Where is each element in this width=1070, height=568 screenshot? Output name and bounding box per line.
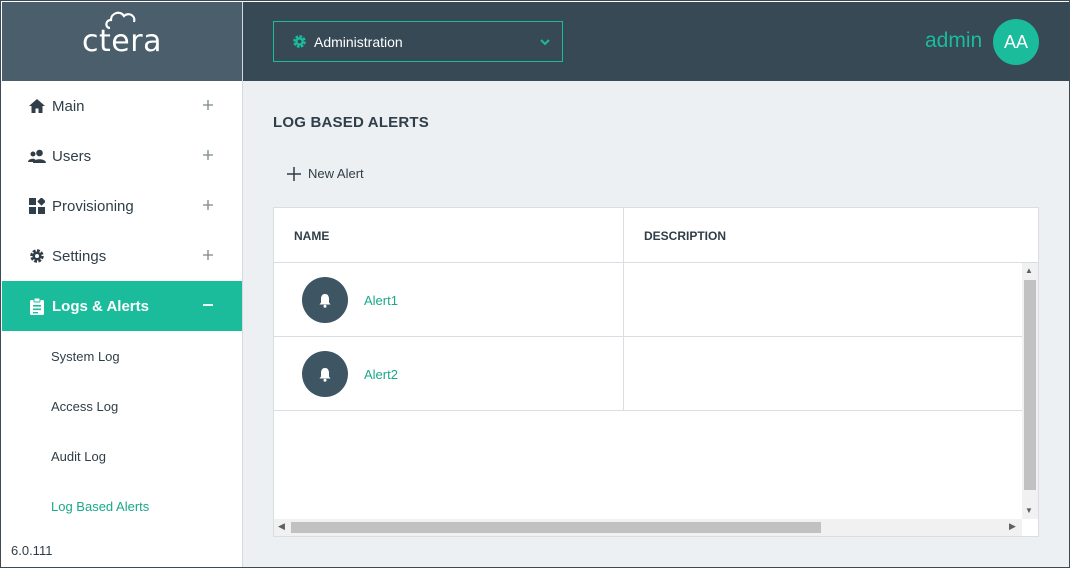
sidebar-subitem-label: Access Log xyxy=(51,398,119,414)
cloud-logo-icon xyxy=(105,11,136,30)
users-icon xyxy=(28,147,46,165)
sidebar-subitem-label: Audit Log xyxy=(51,448,106,464)
expand-icon[interactable] xyxy=(202,198,214,215)
sidebar-item-label: Logs & Alerts xyxy=(52,297,149,315)
expand-icon[interactable] xyxy=(202,248,214,265)
scroll-left-icon[interactable]: ◀ xyxy=(278,521,285,532)
sidebar-item-label: Settings xyxy=(52,247,107,265)
avatar[interactable]: AA xyxy=(993,19,1039,65)
expand-icon[interactable] xyxy=(202,148,214,165)
horizontal-scrollbar[interactable]: ◀ ▶ xyxy=(274,519,1022,536)
sidebar-subitem-audit-log[interactable]: Audit Log xyxy=(2,431,242,481)
app-window: ctera Main Users Provisioning Settings L… xyxy=(0,0,1070,568)
scroll-up-icon[interactable]: ▲ xyxy=(1025,266,1033,275)
sidebar-subitem-access-log[interactable]: Access Log xyxy=(2,381,242,431)
logo[interactable]: ctera xyxy=(82,11,162,59)
top-header: Administration admin AA xyxy=(243,2,1069,81)
new-alert-label: New Alert xyxy=(308,166,364,181)
user-name[interactable]: admin xyxy=(925,29,982,53)
sidebar-item-label: Users xyxy=(52,147,92,165)
collapse-icon[interactable] xyxy=(202,298,214,315)
column-divider[interactable] xyxy=(623,208,624,263)
cell-divider xyxy=(623,337,624,411)
sidebar-item-label: Provisioning xyxy=(52,197,134,215)
home-icon xyxy=(28,97,46,115)
scroll-down-icon[interactable]: ▼ xyxy=(1025,506,1033,515)
version-label: 6.0.111 xyxy=(11,543,53,558)
sidebar-item-label: Main xyxy=(52,97,85,115)
sidebar-item-users[interactable]: Users xyxy=(2,131,242,181)
alert-name-link[interactable]: Alert1 xyxy=(364,293,398,308)
table-row[interactable]: Alert1 xyxy=(274,263,1022,337)
page-title: LOG BASED ALERTS xyxy=(273,114,429,131)
alerts-table: NAME DESCRIPTION Alert1 Alert2 ▲ ▼ ◀ ▶ xyxy=(273,207,1039,537)
chevron-down-icon xyxy=(539,35,551,51)
new-alert-button[interactable]: New Alert xyxy=(287,166,364,181)
expand-icon[interactable] xyxy=(202,98,214,115)
main-content: LOG BASED ALERTS New Alert NAME DESCRIPT… xyxy=(243,81,1069,567)
vertical-scroll-thumb[interactable] xyxy=(1024,280,1036,490)
scroll-right-icon[interactable]: ▶ xyxy=(1009,521,1016,532)
sidebar-item-provisioning[interactable]: Provisioning xyxy=(2,181,242,231)
sidebar-subitem-label: System Log xyxy=(51,348,120,364)
avatar-initials: AA xyxy=(1003,31,1028,52)
context-dropdown-value: Administration xyxy=(314,33,403,50)
sidebar-subitem-log-based-alerts[interactable]: Log Based Alerts xyxy=(2,481,242,531)
sidebar-item-main[interactable]: Main xyxy=(2,81,242,131)
horizontal-scroll-thumb[interactable] xyxy=(291,522,821,533)
column-header-name[interactable]: NAME xyxy=(294,229,329,243)
column-header-description[interactable]: DESCRIPTION xyxy=(644,229,726,243)
vertical-scrollbar[interactable]: ▲ ▼ xyxy=(1022,263,1038,519)
context-dropdown[interactable]: Administration xyxy=(273,21,563,62)
table-header: NAME DESCRIPTION xyxy=(274,208,1038,263)
clipboard-icon xyxy=(28,297,46,315)
sidebar: ctera Main Users Provisioning Settings L… xyxy=(2,2,243,567)
alert-name-link[interactable]: Alert2 xyxy=(364,367,398,382)
table-row[interactable]: Alert2 xyxy=(274,337,1022,411)
plus-icon xyxy=(287,166,301,181)
bell-icon xyxy=(302,277,348,323)
gear-icon xyxy=(28,247,46,265)
bell-icon xyxy=(302,351,348,397)
sidebar-item-settings[interactable]: Settings xyxy=(2,231,242,281)
sidebar-subitem-label: Log Based Alerts xyxy=(51,498,150,514)
sidebar-subitem-system-log[interactable]: System Log xyxy=(2,331,242,381)
provisioning-icon xyxy=(28,197,46,215)
logo-bar: ctera xyxy=(2,2,242,81)
sidebar-item-logs-alerts[interactable]: Logs & Alerts xyxy=(2,281,242,331)
cell-divider xyxy=(623,263,624,337)
gear-icon xyxy=(292,34,307,49)
